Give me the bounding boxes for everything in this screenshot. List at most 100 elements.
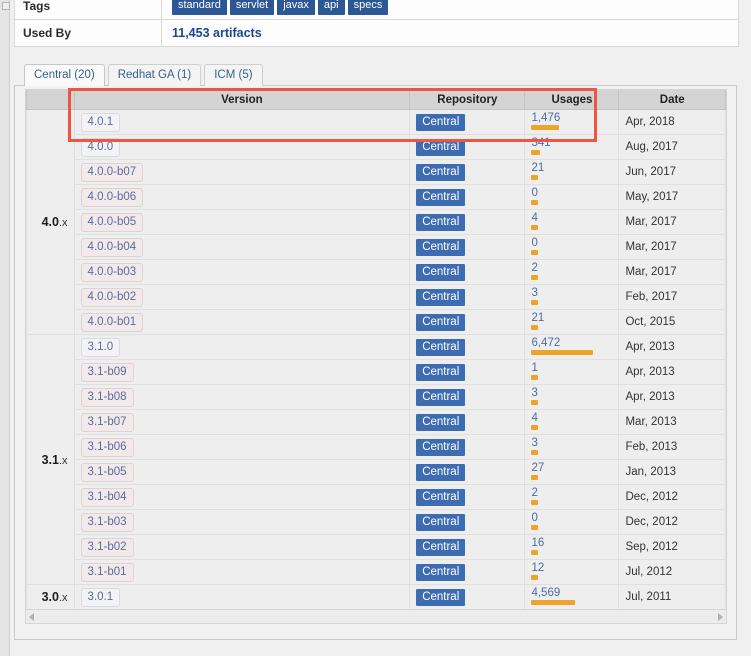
version-link[interactable]: 3.1-b09: [80, 362, 134, 382]
repository-badge[interactable]: Central: [416, 588, 466, 606]
usages-count-link[interactable]: 0: [531, 236, 612, 249]
scroll-left-arrow-icon[interactable]: [29, 612, 34, 621]
version-link[interactable]: 3.1-b07: [80, 412, 134, 432]
usages-bar: [531, 600, 576, 605]
version-link[interactable]: 4.0.0-b02: [80, 287, 144, 307]
table-row: 4.0.0-b01 Central 21 Oct, 2015: [27, 309, 726, 335]
version-link[interactable]: 4.0.0-b05: [80, 212, 144, 232]
version-link[interactable]: 4.0.0-b06: [80, 187, 144, 207]
version-link[interactable]: 4.0.1: [80, 112, 121, 132]
version-link[interactable]: 3.1-b03: [80, 512, 134, 532]
usages-count-link[interactable]: 341: [531, 136, 612, 149]
column-header[interactable]: [26, 90, 75, 110]
repository-badge[interactable]: Central: [416, 138, 466, 156]
version-link[interactable]: 4.0.0-b07: [80, 162, 144, 182]
usages-count-link[interactable]: 27: [531, 461, 612, 474]
usages-count-link[interactable]: 4,569: [531, 586, 612, 599]
repository-badge[interactable]: Central: [416, 238, 466, 256]
usages-count-link[interactable]: 3: [531, 286, 612, 299]
column-header[interactable]: Version: [73, 90, 411, 110]
repository-badge[interactable]: Central: [416, 563, 466, 581]
usages-cell: 4,569: [524, 584, 620, 610]
version-link[interactable]: 3.1-b08: [80, 387, 134, 407]
usages-count-link[interactable]: 2: [531, 261, 612, 274]
usages-count-link[interactable]: 3: [531, 436, 612, 449]
usages-count-link[interactable]: 6,472: [531, 336, 612, 349]
repository-badge[interactable]: Central: [416, 438, 466, 456]
usages-count-link[interactable]: 0: [531, 186, 612, 199]
repository-badge[interactable]: Central: [416, 388, 466, 406]
version-cell: 3.1-b03: [73, 509, 411, 535]
repository-badge[interactable]: Central: [416, 263, 466, 281]
repository-badge[interactable]: Central: [416, 313, 466, 331]
horizontal-scrollbar[interactable]: [25, 609, 727, 624]
group-label-major: 3.1: [41, 452, 59, 467]
repository-cell: Central: [409, 559, 526, 585]
usages-bar: [531, 350, 594, 355]
used-by-link[interactable]: 11,453 artifacts: [172, 26, 262, 40]
scroll-right-arrow-icon[interactable]: [718, 612, 723, 621]
usages-bar: [531, 375, 539, 380]
repository-cell: Central: [409, 134, 526, 160]
tag-badge[interactable]: standard: [172, 0, 227, 15]
version-link[interactable]: 3.1-b05: [80, 462, 134, 482]
version-link[interactable]: 4.0.0-b03: [80, 262, 144, 282]
usages-wrapper: 2: [531, 486, 612, 508]
version-link[interactable]: 4.0.0-b04: [80, 237, 144, 257]
repository-badge[interactable]: Central: [416, 113, 466, 131]
repository-badge[interactable]: Central: [416, 513, 466, 531]
versions-table-wrapper: Version Repository Usages Date 4.0.x 4.0.1 Ce…: [25, 89, 727, 610]
repository-badge[interactable]: Central: [416, 213, 466, 231]
version-link[interactable]: 3.0.1: [80, 587, 121, 607]
usages-count-link[interactable]: 3: [531, 386, 612, 399]
version-link[interactable]: 3.1.0: [80, 337, 121, 357]
usages-cell: 1,476: [524, 109, 620, 135]
version-link[interactable]: 3.1-b04: [80, 487, 134, 507]
usages-count-link[interactable]: 0: [531, 511, 612, 524]
usages-count-link[interactable]: 12: [531, 561, 612, 574]
version-cell: 3.1.0: [73, 334, 411, 360]
usages-bar: [531, 550, 539, 555]
usages-count-link[interactable]: 1,476: [531, 111, 612, 124]
repository-tab[interactable]: Redhat GA (1): [107, 64, 202, 86]
column-header[interactable]: Date: [618, 90, 726, 110]
usages-count-link[interactable]: 2: [531, 486, 612, 499]
column-header[interactable]: Repository: [409, 90, 526, 110]
repository-cell: Central: [409, 534, 526, 560]
tag-badge[interactable]: api: [317, 0, 345, 15]
repository-tab[interactable]: Central (20): [24, 64, 105, 86]
usages-cell: 2: [524, 259, 620, 285]
info-row-usedby: Used By 11,453 artifacts: [14, 19, 739, 47]
repository-badge[interactable]: Central: [416, 363, 466, 381]
repository-badge[interactable]: Central: [416, 488, 466, 506]
repository-badge[interactable]: Central: [416, 413, 466, 431]
repository-badge[interactable]: Central: [416, 163, 466, 181]
repository-badge[interactable]: Central: [416, 288, 466, 306]
version-link[interactable]: 3.1-b06: [80, 437, 134, 457]
version-link[interactable]: 4.0.0: [80, 137, 121, 157]
repository-tab[interactable]: ICM (5): [204, 64, 263, 86]
repository-badge[interactable]: Central: [416, 188, 466, 206]
usages-count-link[interactable]: 21: [531, 161, 612, 174]
usages-count-link[interactable]: 1: [531, 361, 612, 374]
tag-badge[interactable]: javax: [277, 0, 315, 15]
usages-count-link[interactable]: 21: [531, 311, 612, 324]
usages-count-link[interactable]: 4: [531, 211, 612, 224]
version-group-label: 3.1.x: [26, 334, 75, 585]
repository-badge[interactable]: Central: [416, 338, 466, 356]
repository-cell: Central: [409, 409, 526, 435]
version-link[interactable]: 3.1-b01: [80, 562, 134, 582]
repository-cell: Central: [409, 284, 526, 310]
version-link[interactable]: 3.1-b02: [80, 537, 134, 557]
tag-badge[interactable]: specs: [347, 0, 389, 15]
version-link[interactable]: 4.0.0-b01: [80, 312, 144, 332]
tag-badge[interactable]: servlet: [229, 0, 275, 15]
date-cell: Dec, 2012: [618, 509, 726, 535]
usages-count-link[interactable]: 16: [531, 536, 612, 549]
repository-badge[interactable]: Central: [416, 463, 466, 481]
repository-badge[interactable]: Central: [416, 538, 466, 556]
repository-cell: Central: [409, 234, 526, 260]
column-header[interactable]: Usages: [524, 90, 620, 110]
usages-count-link[interactable]: 4: [531, 411, 612, 424]
date-cell: Mar, 2017: [618, 259, 726, 285]
